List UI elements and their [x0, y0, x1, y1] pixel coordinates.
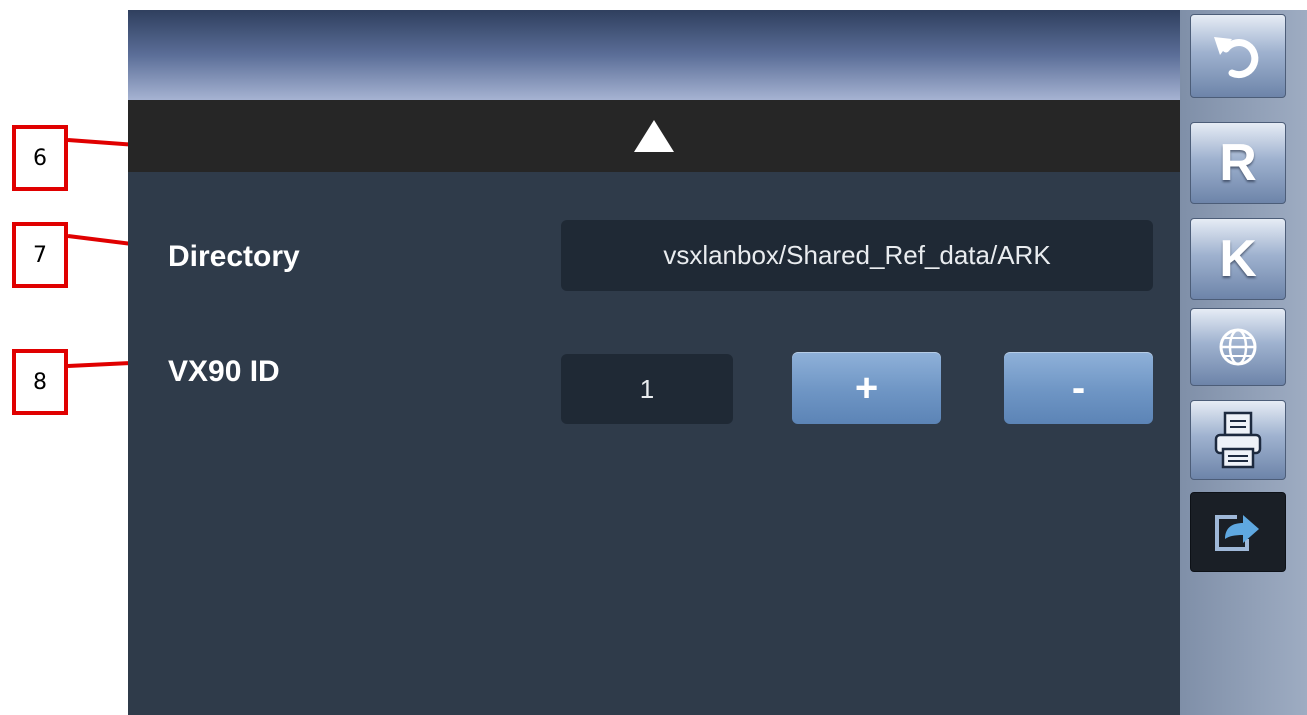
- r-button-label: R: [1219, 134, 1257, 192]
- callout-8: 8: [12, 349, 68, 415]
- callout-6: 6: [12, 125, 68, 191]
- undo-button[interactable]: [1190, 14, 1286, 98]
- triangle-up-icon: [634, 120, 674, 152]
- right-toolbar: R K: [1180, 10, 1307, 715]
- callout-7: 7: [12, 222, 68, 288]
- r-button[interactable]: R: [1190, 122, 1286, 204]
- directory-label: Directory: [168, 240, 300, 273]
- settings-panel: Directory vsxlanbox/Shared_Ref_data/ARK …: [128, 172, 1180, 715]
- increment-button[interactable]: +: [792, 352, 941, 424]
- decrement-button[interactable]: -: [1004, 352, 1153, 424]
- top-gradient-bar: [128, 10, 1180, 100]
- export-icon: [1215, 515, 1259, 551]
- k-button-label: K: [1219, 230, 1257, 288]
- print-button[interactable]: [1190, 400, 1286, 480]
- collapse-bar[interactable]: [128, 100, 1180, 172]
- k-button[interactable]: K: [1190, 218, 1286, 300]
- directory-field[interactable]: vsxlanbox/Shared_Ref_data/ARK: [561, 220, 1153, 291]
- printer-icon: [1214, 411, 1262, 469]
- device-screen: Directory vsxlanbox/Shared_Ref_data/ARK …: [128, 10, 1307, 715]
- vx90-id-label: VX90 ID: [168, 355, 280, 388]
- undo-arrow-icon: [1214, 37, 1259, 79]
- globe-icon: [1219, 328, 1257, 366]
- globe-button[interactable]: [1190, 308, 1286, 386]
- export-button[interactable]: [1190, 492, 1286, 572]
- vx90-id-value-field[interactable]: 1: [561, 354, 733, 424]
